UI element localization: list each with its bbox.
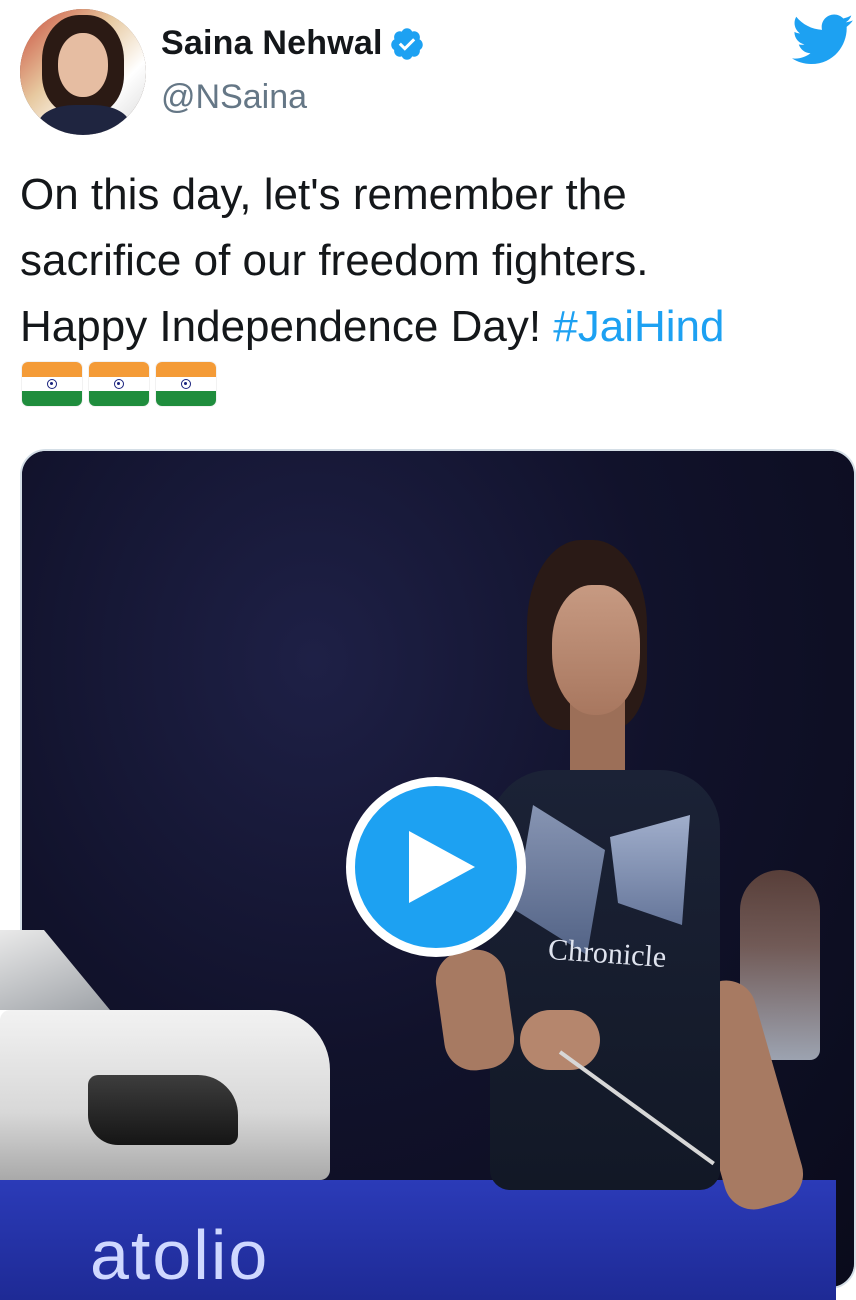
car-headlight	[88, 1075, 238, 1145]
verified-badge-icon	[390, 27, 423, 60]
tweet-header: Saina Nehwal @NSaina	[0, 0, 856, 150]
twitter-bird-icon[interactable]	[792, 14, 854, 66]
tweet-line-2: sacrifice of our freedom fighters.	[20, 236, 649, 285]
india-flag-icon	[156, 362, 216, 406]
author-name-row: Saina Nehwal	[161, 24, 425, 63]
tweet-line-1: On this day, let's remember the	[20, 170, 627, 219]
avatar[interactable]	[20, 9, 146, 135]
play-icon	[409, 831, 475, 903]
sponsor-banner-text: atolio	[90, 1216, 270, 1294]
flag-emoji-row	[22, 362, 216, 406]
player-face	[552, 585, 640, 715]
avatar-face	[58, 33, 108, 97]
author-name[interactable]: Saina Nehwal	[161, 24, 383, 63]
hashtag-link[interactable]: #JaiHind	[553, 302, 724, 351]
avatar-shirt	[38, 105, 130, 135]
tweet-line-3-text: Happy Independence Day!	[20, 302, 554, 351]
play-button[interactable]	[346, 777, 526, 957]
player-hand	[520, 1010, 600, 1070]
india-flag-icon	[22, 362, 82, 406]
india-flag-icon	[89, 362, 149, 406]
author-handle[interactable]: @NSaina	[161, 78, 307, 117]
tweet-line-3: Happy Independence Day! #JaiHind	[20, 294, 840, 360]
tweet-text: On this day, let's remember the sacrific…	[20, 162, 840, 360]
